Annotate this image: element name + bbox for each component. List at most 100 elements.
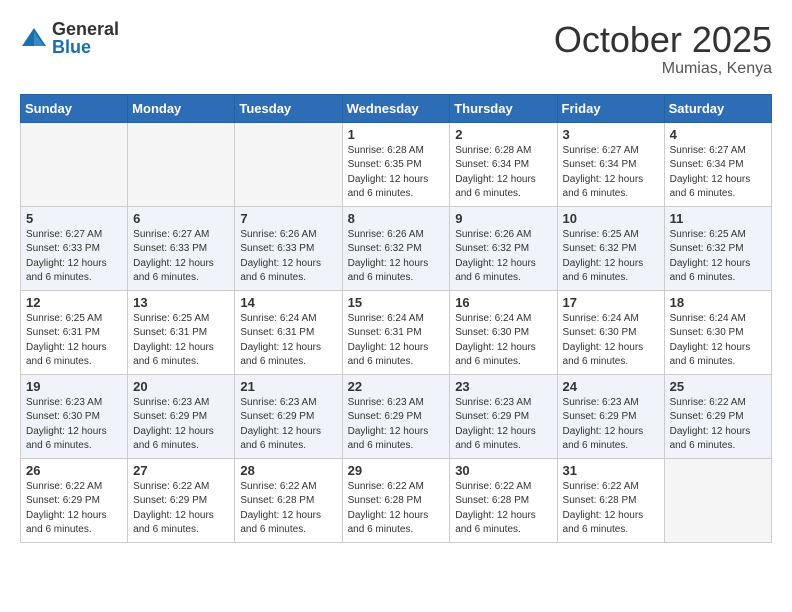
- calendar-cell: 3 Sunrise: 6:27 AMSunset: 6:34 PMDaylight…: [557, 122, 664, 206]
- calendar-cell: [664, 458, 771, 542]
- day-number: 24: [563, 379, 659, 394]
- day-number: 26: [26, 463, 122, 478]
- day-info: Sunrise: 6:23 AMSunset: 6:29 PMDaylight:…: [563, 396, 659, 454]
- day-number: 23: [455, 379, 551, 394]
- day-number: 22: [348, 379, 445, 394]
- day-info: Sunrise: 6:25 AMSunset: 6:32 PMDaylight:…: [563, 228, 659, 286]
- calendar-cell: 15 Sunrise: 6:24 AMSunset: 6:31 PMDayligh…: [342, 290, 450, 374]
- day-info: Sunrise: 6:26 AMSunset: 6:32 PMDaylight:…: [455, 228, 551, 286]
- title-block: October 2025 Mumias, Kenya: [554, 20, 772, 78]
- calendar-cell: 9 Sunrise: 6:26 AMSunset: 6:32 PMDaylight…: [450, 206, 557, 290]
- day-info: Sunrise: 6:24 AMSunset: 6:30 PMDaylight:…: [563, 312, 659, 370]
- day-info: Sunrise: 6:25 AMSunset: 6:31 PMDaylight:…: [26, 312, 122, 370]
- day-number: 12: [26, 295, 122, 310]
- calendar-cell: 20Sunrise: 6:23 AMSunset: 6:29 PMDayligh…: [128, 374, 235, 458]
- day-info: Sunrise: 6:22 AMSunset: 6:29 PMDaylight:…: [133, 480, 229, 538]
- day-info: Sunrise: 6:26 AMSunset: 6:32 PMDaylight:…: [348, 228, 445, 286]
- day-info: Sunrise: 6:27 AMSunset: 6:34 PMDaylight:…: [670, 144, 766, 202]
- day-info: Sunrise: 6:22 AMSunset: 6:28 PMDaylight:…: [240, 480, 336, 538]
- day-info: Sunrise: 6:23 AMSunset: 6:29 PMDaylight:…: [133, 396, 229, 454]
- day-number: 5: [26, 211, 122, 226]
- calendar-cell: 18 Sunrise: 6:24 AMSunset: 6:30 PMDayligh…: [664, 290, 771, 374]
- day-number: 21: [240, 379, 336, 394]
- calendar-cell: 11 Sunrise: 6:25 AMSunset: 6:32 PMDayligh…: [664, 206, 771, 290]
- logo: General Blue: [20, 20, 119, 56]
- calendar-table: SundayMondayTuesdayWednesdayThursdayFrid…: [20, 94, 772, 543]
- day-info: Sunrise: 6:25 AMSunset: 6:32 PMDaylight:…: [670, 228, 766, 286]
- day-number: 3: [563, 127, 659, 142]
- day-number: 15: [348, 295, 445, 310]
- day-number: 13: [133, 295, 229, 310]
- calendar-cell: 19Sunrise: 6:23 AMSunset: 6:30 PMDayligh…: [21, 374, 128, 458]
- day-info: Sunrise: 6:23 AMSunset: 6:29 PMDaylight:…: [455, 396, 551, 454]
- calendar-cell: 14Sunrise: 6:24 AMSunset: 6:31 PMDayligh…: [235, 290, 342, 374]
- day-info: Sunrise: 6:22 AMSunset: 6:28 PMDaylight:…: [563, 480, 659, 538]
- day-info: Sunrise: 6:22 AMSunset: 6:28 PMDaylight:…: [348, 480, 445, 538]
- calendar-cell: [235, 122, 342, 206]
- day-number: 28: [240, 463, 336, 478]
- location: Mumias, Kenya: [554, 60, 772, 78]
- day-number: 4: [670, 127, 766, 142]
- calendar-cell: 21 Sunrise: 6:23 AMSunset: 6:29 PMDayligh…: [235, 374, 342, 458]
- page-header: General Blue October 2025 Mumias, Kenya: [20, 20, 772, 78]
- day-info: Sunrise: 6:28 AMSunset: 6:34 PMDaylight:…: [455, 144, 551, 202]
- calendar-cell: 13 Sunrise: 6:25 AMSunset: 6:31 PMDayligh…: [128, 290, 235, 374]
- col-header-monday: Monday: [128, 94, 235, 122]
- calendar-cell: 26 Sunrise: 6:22 AMSunset: 6:29 PMDayligh…: [21, 458, 128, 542]
- calendar-cell: 1 Sunrise: 6:28 AMSunset: 6:35 PMDaylight…: [342, 122, 450, 206]
- day-number: 7: [240, 211, 336, 226]
- calendar-cell: 4 Sunrise: 6:27 AMSunset: 6:34 PMDaylight…: [664, 122, 771, 206]
- day-info: Sunrise: 6:28 AMSunset: 6:35 PMDaylight:…: [348, 144, 445, 202]
- calendar-cell: 17 Sunrise: 6:24 AMSunset: 6:30 PMDayligh…: [557, 290, 664, 374]
- calendar-cell: 27Sunrise: 6:22 AMSunset: 6:29 PMDayligh…: [128, 458, 235, 542]
- day-info: Sunrise: 6:27 AMSunset: 6:33 PMDaylight:…: [133, 228, 229, 286]
- day-info: Sunrise: 6:25 AMSunset: 6:31 PMDaylight:…: [133, 312, 229, 370]
- col-header-thursday: Thursday: [450, 94, 557, 122]
- calendar-cell: 28 Sunrise: 6:22 AMSunset: 6:28 PMDayligh…: [235, 458, 342, 542]
- day-info: Sunrise: 6:26 AMSunset: 6:33 PMDaylight:…: [240, 228, 336, 286]
- day-info: Sunrise: 6:24 AMSunset: 6:30 PMDaylight:…: [670, 312, 766, 370]
- calendar-cell: 29 Sunrise: 6:22 AMSunset: 6:28 PMDayligh…: [342, 458, 450, 542]
- logo-blue: Blue: [52, 38, 119, 56]
- month-title: October 2025: [554, 20, 772, 60]
- day-info: Sunrise: 6:22 AMSunset: 6:28 PMDaylight:…: [455, 480, 551, 538]
- day-number: 8: [348, 211, 445, 226]
- day-info: Sunrise: 6:24 AMSunset: 6:31 PMDaylight:…: [348, 312, 445, 370]
- day-number: 16: [455, 295, 551, 310]
- day-info: Sunrise: 6:24 AMSunset: 6:30 PMDaylight:…: [455, 312, 551, 370]
- calendar-cell: 12 Sunrise: 6:25 AMSunset: 6:31 PMDayligh…: [21, 290, 128, 374]
- calendar-cell: 6 Sunrise: 6:27 AMSunset: 6:33 PMDaylight…: [128, 206, 235, 290]
- day-number: 11: [670, 211, 766, 226]
- calendar-cell: 22 Sunrise: 6:23 AMSunset: 6:29 PMDayligh…: [342, 374, 450, 458]
- logo-text: General Blue: [52, 20, 119, 56]
- calendar-cell: 5Sunrise: 6:27 AMSunset: 6:33 PMDaylight…: [21, 206, 128, 290]
- calendar-cell: 24 Sunrise: 6:23 AMSunset: 6:29 PMDayligh…: [557, 374, 664, 458]
- calendar-cell: 10 Sunrise: 6:25 AMSunset: 6:32 PMDayligh…: [557, 206, 664, 290]
- logo-general: General: [52, 20, 119, 38]
- calendar-cell: 7 Sunrise: 6:26 AMSunset: 6:33 PMDaylight…: [235, 206, 342, 290]
- calendar-cell: 25 Sunrise: 6:22 AMSunset: 6:29 PMDayligh…: [664, 374, 771, 458]
- day-number: 25: [670, 379, 766, 394]
- day-number: 1: [348, 127, 445, 142]
- col-header-wednesday: Wednesday: [342, 94, 450, 122]
- calendar-cell: [128, 122, 235, 206]
- calendar-cell: 2Sunrise: 6:28 AMSunset: 6:34 PMDaylight…: [450, 122, 557, 206]
- col-header-tuesday: Tuesday: [235, 94, 342, 122]
- day-info: Sunrise: 6:27 AMSunset: 6:34 PMDaylight:…: [563, 144, 659, 202]
- col-header-sunday: Sunday: [21, 94, 128, 122]
- day-info: Sunrise: 6:22 AMSunset: 6:29 PMDaylight:…: [26, 480, 122, 538]
- day-number: 9: [455, 211, 551, 226]
- day-number: 30: [455, 463, 551, 478]
- logo-icon: [20, 24, 48, 52]
- day-info: Sunrise: 6:23 AMSunset: 6:29 PMDaylight:…: [348, 396, 445, 454]
- day-info: Sunrise: 6:23 AMSunset: 6:29 PMDaylight:…: [240, 396, 336, 454]
- day-number: 18: [670, 295, 766, 310]
- day-number: 29: [348, 463, 445, 478]
- day-number: 10: [563, 211, 659, 226]
- day-number: 17: [563, 295, 659, 310]
- day-info: Sunrise: 6:23 AMSunset: 6:30 PMDaylight:…: [26, 396, 122, 454]
- day-info: Sunrise: 6:22 AMSunset: 6:29 PMDaylight:…: [670, 396, 766, 454]
- day-info: Sunrise: 6:24 AMSunset: 6:31 PMDaylight:…: [240, 312, 336, 370]
- day-number: 31: [563, 463, 659, 478]
- day-number: 6: [133, 211, 229, 226]
